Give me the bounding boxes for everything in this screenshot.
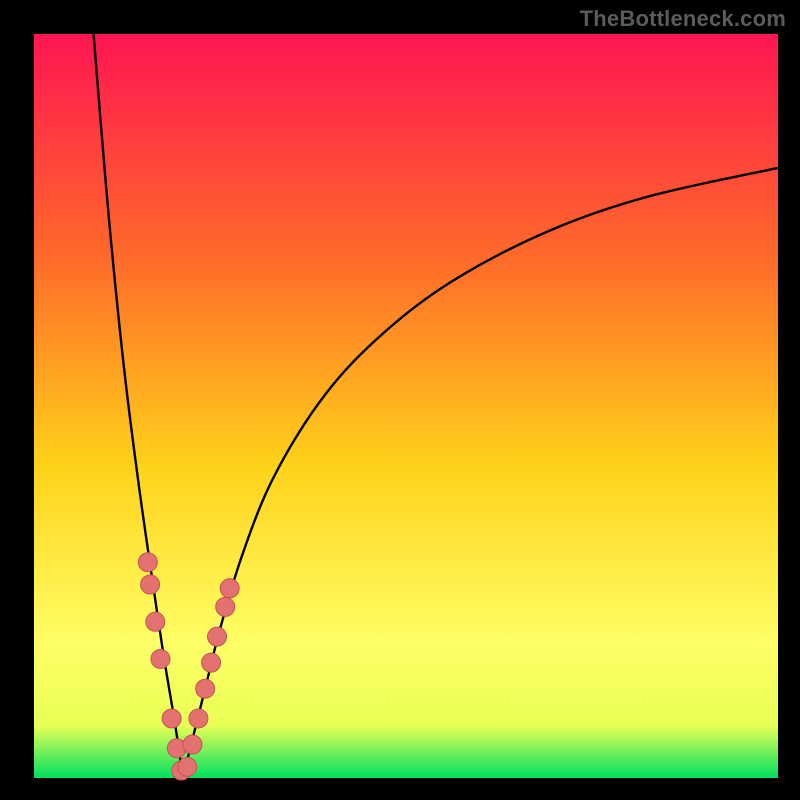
data-marker bbox=[196, 679, 215, 698]
data-marker bbox=[183, 735, 202, 754]
data-marker bbox=[189, 709, 208, 728]
data-marker bbox=[141, 575, 160, 594]
data-marker bbox=[202, 653, 221, 672]
data-marker bbox=[216, 597, 235, 616]
data-marker bbox=[208, 627, 227, 646]
data-marker bbox=[162, 709, 181, 728]
data-marker bbox=[178, 757, 197, 776]
data-marker bbox=[146, 612, 165, 631]
bottleneck-chart bbox=[0, 0, 800, 800]
chart-frame: TheBottleneck.com bbox=[0, 0, 800, 800]
data-marker bbox=[138, 553, 157, 572]
data-marker bbox=[151, 649, 170, 668]
data-marker bbox=[220, 579, 239, 598]
watermark-text: TheBottleneck.com bbox=[580, 6, 786, 32]
plot-area bbox=[34, 34, 778, 778]
